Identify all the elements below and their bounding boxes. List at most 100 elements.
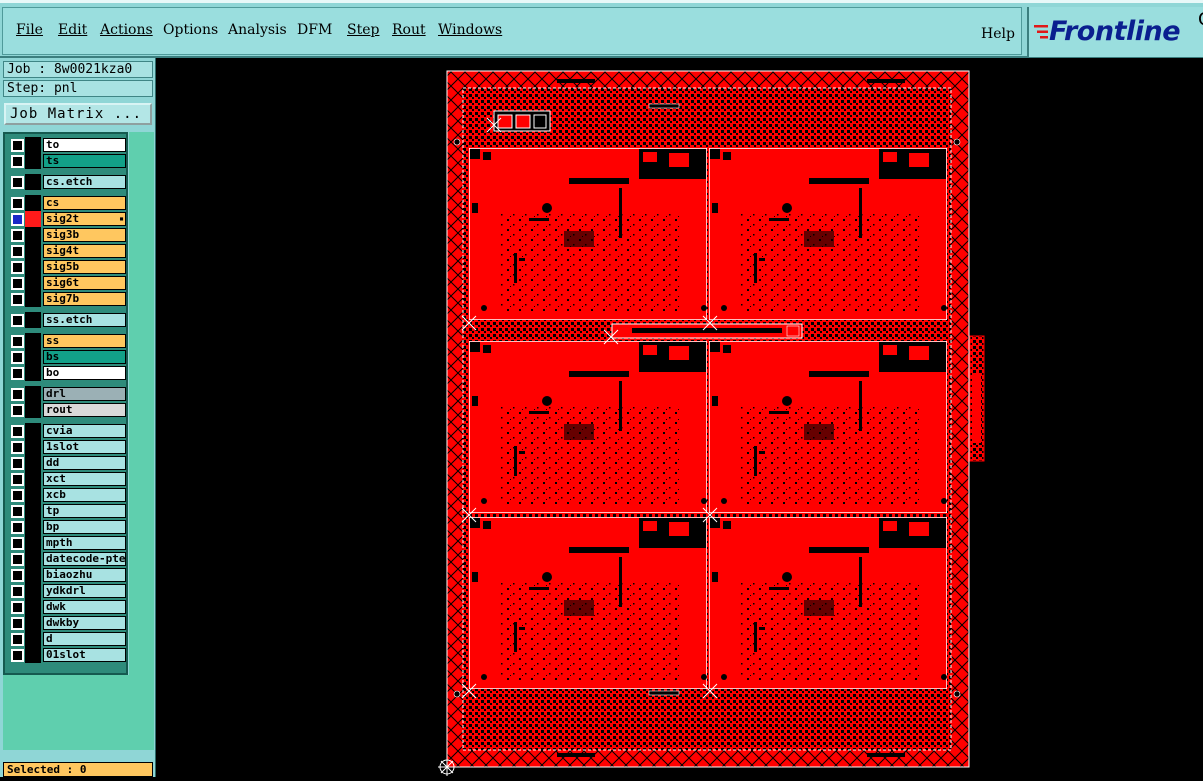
layer-row-bo[interactable]: bo bbox=[7, 365, 126, 381]
layer-row-d[interactable]: d bbox=[7, 631, 126, 647]
layer-row-ss-etch[interactable]: ss.etch bbox=[7, 312, 126, 328]
layer-name[interactable]: ts bbox=[43, 154, 126, 168]
layer-checkbox[interactable] bbox=[11, 229, 24, 242]
layer-checkbox[interactable] bbox=[11, 441, 24, 454]
layer-name[interactable]: dwkby bbox=[43, 616, 126, 630]
layer-name[interactable]: sig3b bbox=[43, 228, 126, 242]
menu-analysis[interactable]: Analysis bbox=[228, 22, 287, 38]
layer-row-ss[interactable]: ss bbox=[7, 333, 126, 349]
layer-name[interactable]: sig4t bbox=[43, 244, 126, 258]
layer-name[interactable]: to bbox=[43, 138, 126, 152]
layer-name[interactable]: mpth bbox=[43, 536, 126, 550]
layer-row-tp[interactable]: tp bbox=[7, 503, 126, 519]
layer-checkbox[interactable] bbox=[11, 176, 24, 189]
layer-checkbox[interactable] bbox=[11, 213, 24, 226]
menu-edit[interactable]: Edit bbox=[58, 22, 87, 38]
layer-row-rout[interactable]: rout bbox=[7, 402, 126, 418]
layer-name[interactable]: d bbox=[43, 632, 126, 646]
layer-name[interactable]: ss bbox=[43, 334, 126, 348]
layer-checkbox[interactable] bbox=[11, 473, 24, 486]
layer-checkbox[interactable] bbox=[11, 245, 24, 258]
layer-name[interactable]: dwk bbox=[43, 600, 126, 614]
job-matrix-button[interactable]: Job Matrix ... bbox=[4, 103, 152, 125]
layer-checkbox[interactable] bbox=[11, 197, 24, 210]
layer-name[interactable]: cvia bbox=[43, 424, 126, 438]
layer-name[interactable]: datecode-pte bbox=[43, 552, 126, 566]
layer-row-cs[interactable]: cs bbox=[7, 195, 126, 211]
layer-row-mpth[interactable]: mpth bbox=[7, 535, 126, 551]
layer-checkbox[interactable] bbox=[11, 367, 24, 380]
layer-row-biaozhu[interactable]: biaozhu bbox=[7, 567, 126, 583]
layer-checkbox[interactable] bbox=[11, 537, 24, 550]
layer-name[interactable]: ss.etch bbox=[43, 313, 126, 327]
layer-row-sig2t[interactable]: sig2t bbox=[7, 211, 126, 227]
layer-row-xct[interactable]: xct bbox=[7, 471, 126, 487]
layer-row-ts[interactable]: ts bbox=[7, 153, 126, 169]
layer-name[interactable]: 1slot bbox=[43, 440, 126, 454]
layer-row-01slot[interactable]: 01slot bbox=[7, 647, 126, 663]
layer-checkbox[interactable] bbox=[11, 569, 24, 582]
layer-row-bp[interactable]: bp bbox=[7, 519, 126, 535]
layer-name[interactable]: cs bbox=[43, 196, 126, 210]
layer-row-sig4t[interactable]: sig4t bbox=[7, 243, 126, 259]
layer-checkbox[interactable] bbox=[11, 351, 24, 364]
layer-name[interactable]: biaozhu bbox=[43, 568, 126, 582]
layer-name[interactable]: sig2t bbox=[43, 212, 126, 226]
layer-row-dwk[interactable]: dwk bbox=[7, 599, 126, 615]
layer-checkbox[interactable] bbox=[11, 489, 24, 502]
menu-step[interactable]: Step bbox=[347, 22, 379, 38]
layer-row-drl[interactable]: drl bbox=[7, 386, 126, 402]
layer-row-cs-etch[interactable]: cs.etch bbox=[7, 174, 126, 190]
layer-checkbox[interactable] bbox=[11, 585, 24, 598]
layer-row-datecode-pte[interactable]: datecode-pte bbox=[7, 551, 126, 567]
layer-name[interactable]: bo bbox=[43, 366, 126, 380]
layer-name[interactable]: rout bbox=[43, 403, 126, 417]
layer-row-bs[interactable]: bs bbox=[7, 349, 126, 365]
layer-row-dwkby[interactable]: dwkby bbox=[7, 615, 126, 631]
menu-actions[interactable]: Actions bbox=[100, 22, 153, 38]
layer-checkbox[interactable] bbox=[11, 277, 24, 290]
layer-name[interactable]: dd bbox=[43, 456, 126, 470]
layer-row-ydkdrl[interactable]: ydkdrl bbox=[7, 583, 126, 599]
layer-name[interactable]: cs.etch bbox=[43, 175, 126, 189]
layer-name[interactable]: sig5b bbox=[43, 260, 126, 274]
menu-windows[interactable]: Windows bbox=[438, 22, 502, 38]
graphic-canvas[interactable] bbox=[157, 58, 1203, 777]
layer-name[interactable]: tp bbox=[43, 504, 126, 518]
layer-name[interactable]: drl bbox=[43, 387, 126, 401]
layer-name[interactable]: 01slot bbox=[43, 648, 126, 662]
layer-row-xcb[interactable]: xcb bbox=[7, 487, 126, 503]
layer-checkbox[interactable] bbox=[11, 553, 24, 566]
layer-row-sig7b[interactable]: sig7b bbox=[7, 291, 126, 307]
layer-checkbox[interactable] bbox=[11, 457, 24, 470]
layer-row-1slot[interactable]: 1slot bbox=[7, 439, 126, 455]
layer-checkbox[interactable] bbox=[11, 425, 24, 438]
layer-checkbox[interactable] bbox=[11, 388, 24, 401]
layer-checkbox[interactable] bbox=[11, 404, 24, 417]
layer-checkbox[interactable] bbox=[11, 617, 24, 630]
menu-rout[interactable]: Rout bbox=[392, 22, 426, 38]
layer-name[interactable]: ydkdrl bbox=[43, 584, 126, 598]
panel-drawing[interactable] bbox=[157, 58, 1203, 777]
layer-checkbox[interactable] bbox=[11, 505, 24, 518]
layer-name[interactable]: sig6t bbox=[43, 276, 126, 290]
layer-checkbox[interactable] bbox=[11, 335, 24, 348]
layer-checkbox[interactable] bbox=[11, 261, 24, 274]
layer-checkbox[interactable] bbox=[11, 139, 24, 152]
layer-row-sig3b[interactable]: sig3b bbox=[7, 227, 126, 243]
layer-checkbox[interactable] bbox=[11, 601, 24, 614]
layer-checkbox[interactable] bbox=[11, 521, 24, 534]
layer-row-dd[interactable]: dd bbox=[7, 455, 126, 471]
layer-checkbox[interactable] bbox=[11, 633, 24, 646]
layer-name[interactable]: xcb bbox=[43, 488, 126, 502]
layer-name[interactable]: xct bbox=[43, 472, 126, 486]
layer-checkbox[interactable] bbox=[11, 293, 24, 306]
menu-file[interactable]: File bbox=[16, 22, 43, 38]
layer-checkbox[interactable] bbox=[11, 155, 24, 168]
menu-help[interactable]: Help bbox=[981, 26, 1015, 42]
menu-dfm[interactable]: DFM bbox=[297, 22, 332, 38]
layer-name[interactable]: bs bbox=[43, 350, 126, 364]
layer-name[interactable]: sig7b bbox=[43, 292, 126, 306]
layer-checkbox[interactable] bbox=[11, 314, 24, 327]
layer-row-cvia[interactable]: cvia bbox=[7, 423, 126, 439]
